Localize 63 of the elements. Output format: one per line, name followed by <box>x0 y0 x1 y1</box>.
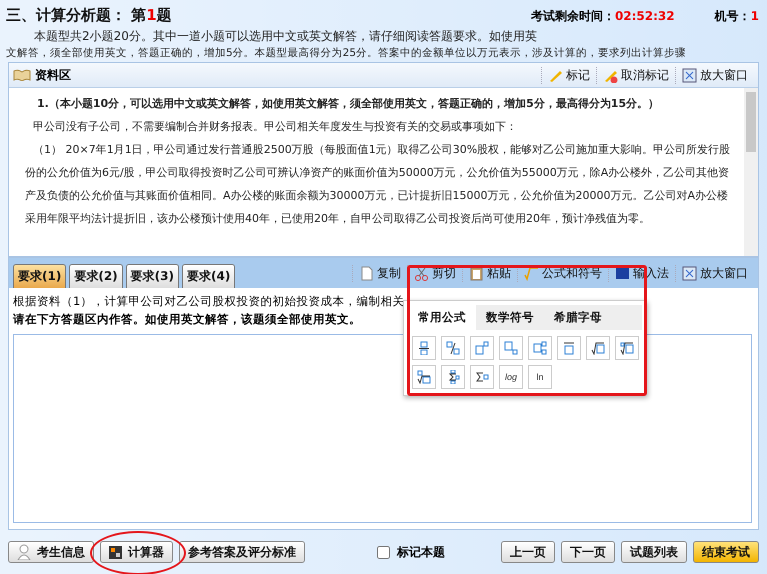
footer-button[interactable]: 考生信息 <box>8 541 94 563</box>
toolbar-button[interactable]: 复制 <box>352 264 407 282</box>
instruction-text: 请在下方答题区内作答。如使用英文解答，该题须全部使用英文。 <box>13 312 361 327</box>
toolbar-button[interactable]: 取消标记 <box>596 66 675 84</box>
machine-number: 机号：1 <box>714 8 759 25</box>
material-paragraph: （1） 20×7年1月1日，甲公司通过发行普通股2500万股（每股面值1元）取得乙公司30%股权，能够对乙公司施加重大影响。甲公司所发行股份的公允价值为6元/股，甲公司取得投资时乙公司可辨认净资产的账面价值为50000万元，公允价值为55000万元，除A办公楼外，乙公司其他资产及负债的公允价值与其账面价值相同。A办公楼的账面余额为30000万元，已计提折旧15000万元，公允价值为20000万元。乙公司对A办公楼采用年限平均法计提折旧，该办公楼预计使用40年，已使用20年，自甲公司取得乙公司投资后尚可使用20年，预计净残值为零。 <box>25 142 732 227</box>
formula-template-icon <box>504 341 518 355</box>
formula-template-button[interactable]: ln <box>528 365 552 389</box>
book-icon <box>13 69 31 81</box>
footer-button[interactable]: 计算器 <box>100 541 173 563</box>
requirement-tab[interactable]: 要求(2) <box>69 264 123 288</box>
copy-icon <box>359 266 374 280</box>
scrollbar[interactable] <box>744 88 758 256</box>
checkbox-label: 标记本题 <box>397 544 445 560</box>
requirement-text: 根据资料（1），计算甲公司对乙公司股权投资的初始投资成本，编制相关 <box>13 294 404 309</box>
formula-template-icon <box>417 370 431 384</box>
question-title: 三、计算分析题： 第1题 <box>6 6 172 25</box>
formula-template-icon <box>533 341 547 355</box>
formula-icon <box>524 266 539 280</box>
formula-template-icon <box>475 341 489 355</box>
formula-template-icon <box>562 341 576 355</box>
requirement-tab[interactable]: 要求(1) <box>13 264 66 288</box>
formula-template-button[interactable] <box>441 365 465 389</box>
toolbar-button[interactable]: 放大窗口 <box>675 66 754 84</box>
formula-tab[interactable]: 常用公式 <box>408 305 476 330</box>
toolbar-button[interactable]: 粘贴 <box>462 264 517 282</box>
formula-template-icon <box>591 341 605 355</box>
toolbar-button[interactable]: 放大窗口 <box>675 264 754 282</box>
intro-text: 本题型共2小题20分。其中一道小题可以选用中文或英文解答，请仔细阅读答题要求。如使用英 <box>33 28 538 45</box>
formula-template-button[interactable]: log <box>499 365 523 389</box>
material-title: 资料区 <box>35 66 71 84</box>
maximize-icon <box>682 68 697 82</box>
formula-template-button[interactable] <box>412 365 436 389</box>
nav-button[interactable]: 下一页 <box>561 541 615 563</box>
formula-template-icon <box>446 341 460 355</box>
formula-template-button[interactable] <box>586 336 610 360</box>
nav-button[interactable]: 结束考试 <box>693 541 759 563</box>
formula-template-button[interactable] <box>470 365 494 389</box>
nav-button[interactable]: 试题列表 <box>621 541 687 563</box>
ime-icon <box>615 266 630 280</box>
cut-icon <box>414 266 429 280</box>
paste-icon <box>469 266 484 280</box>
mark-checkbox[interactable] <box>377 546 390 558</box>
toolbar-button[interactable]: 剪切 <box>407 264 462 282</box>
person-icon <box>17 544 31 560</box>
formula-template-icon <box>475 370 489 384</box>
toolbar-button[interactable]: 标记 <box>541 66 596 84</box>
requirement-tab[interactable]: 要求(3) <box>126 264 179 288</box>
footer-button[interactable]: 参考答案及评分标准 <box>179 541 305 563</box>
formula-template-icon <box>446 370 460 384</box>
nav-button[interactable]: 上一页 <box>501 541 555 563</box>
formula-tab[interactable]: 数学符号 <box>476 305 544 330</box>
formula-template-icon <box>620 341 634 355</box>
formula-template-button[interactable] <box>615 336 639 360</box>
intro-text: 文解答，须全部使用英文，答题正确的，增加5分。本题型最高得分为25分。答案中的金额单位以万元表示，涉及计算的，要求列出计算步骤 <box>6 46 688 60</box>
requirement-tab[interactable]: 要求(4) <box>182 264 236 288</box>
calculator-icon <box>109 546 122 558</box>
material-paragraph: 1.（本小题10分，可以选用中文或英文解答，如使用英文解答，须全部使用英文，答题正确的，增加5分，最高得分为15分。） <box>36 96 660 112</box>
maximize-icon <box>682 266 697 280</box>
material-paragraph: 甲公司没有子公司，不需要编制合并财务报表。甲公司相关年度发生与投资有关的交易或事项如下： <box>32 119 518 135</box>
timer-label: 考试剩余时间：02:52:32 <box>530 8 675 25</box>
formula-tab[interactable]: 希腊字母 <box>544 305 612 330</box>
formula-template-icon <box>417 341 431 355</box>
